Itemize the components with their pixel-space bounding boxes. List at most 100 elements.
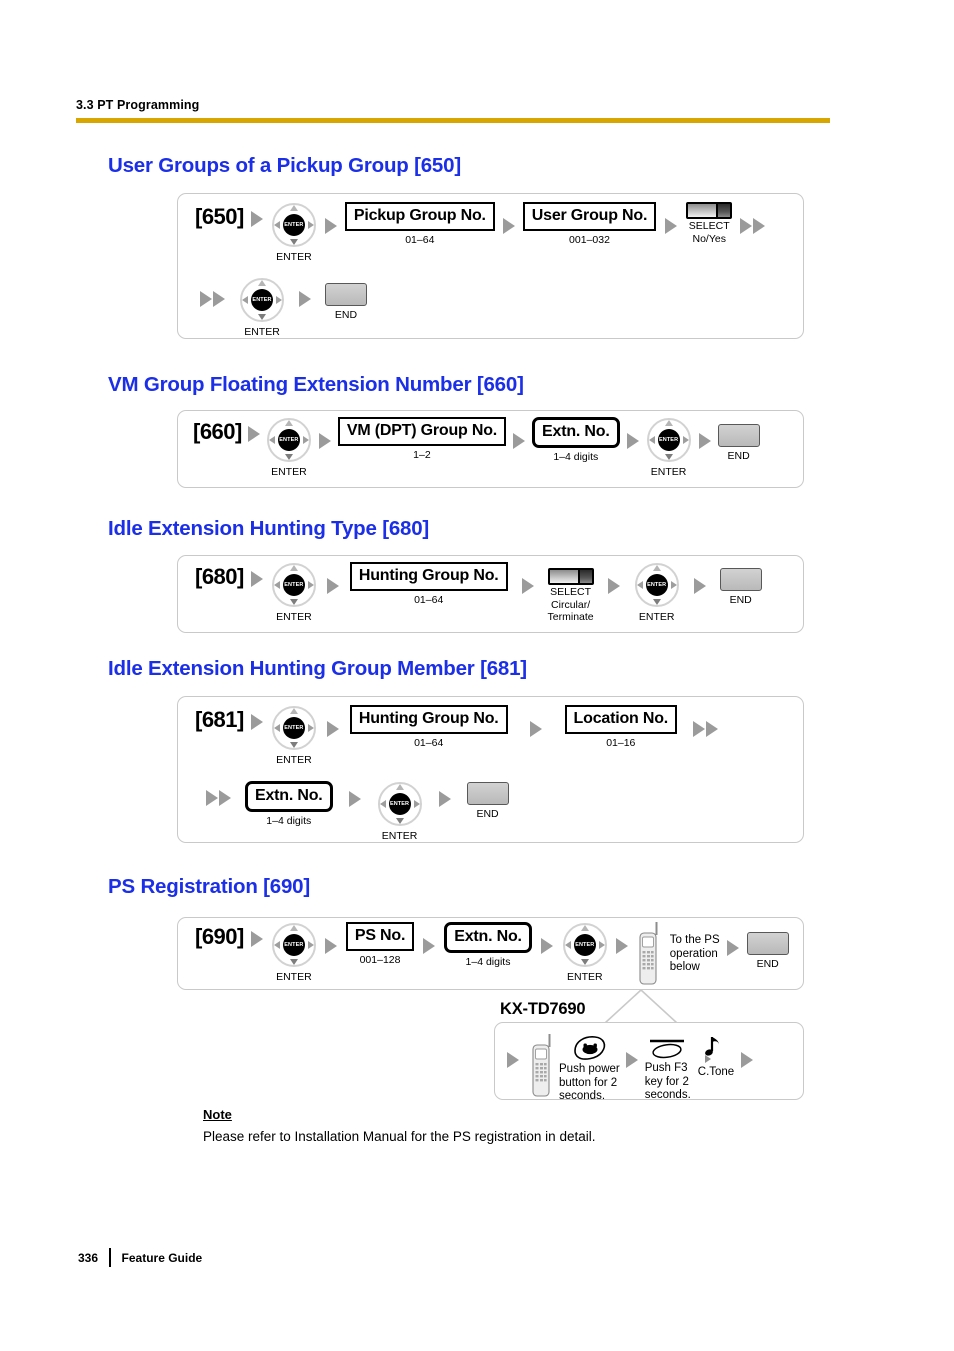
enter-navigator-icon[interactable]: ENTER bbox=[562, 922, 608, 968]
enter-navigator-icon[interactable]: ENTER bbox=[646, 417, 692, 463]
callout-box-kx-td7690: Push power button for 2 seconds. Push F3… bbox=[494, 1022, 804, 1103]
flow-diagram-660: [660] ENTER ENTER VM (DPT) Group No. 1–2… bbox=[177, 410, 804, 488]
arrow-icon bbox=[326, 578, 339, 594]
arrow-icon bbox=[250, 571, 263, 587]
enter-key-660-2[interactable]: ENTER ENTER bbox=[646, 417, 692, 478]
document-name: Feature Guide bbox=[121, 1250, 203, 1265]
end-key-label: END bbox=[476, 808, 499, 820]
ps-handset-icon bbox=[636, 922, 662, 986]
enter-key-680-2[interactable]: ENTER ENTER bbox=[634, 562, 680, 623]
enter-navigator-icon[interactable]: ENTER bbox=[239, 277, 285, 323]
arrow-icon bbox=[250, 931, 263, 947]
param-box-label: User Group No. bbox=[522, 202, 657, 231]
code-label-690: [690] bbox=[195, 924, 244, 949]
enter-navigator-icon[interactable]: ENTER bbox=[271, 705, 317, 751]
enter-key-label: ENTER bbox=[244, 326, 280, 338]
param-box-label: Extn. No. bbox=[532, 417, 620, 448]
arrow-icon bbox=[324, 218, 337, 234]
enter-key-label: ENTER bbox=[276, 251, 312, 263]
param-ps-no: PS No. 001–128 bbox=[345, 922, 415, 966]
running-head: 3.3 PT Programming bbox=[76, 98, 200, 112]
end-key-650[interactable]: END bbox=[325, 283, 367, 321]
enter-key-650-1[interactable]: ENTER ENTER bbox=[271, 202, 317, 263]
page-number: 336 bbox=[78, 1250, 99, 1265]
step-caption: Push power button for 2 seconds. bbox=[559, 1063, 620, 1102]
arrow-icon bbox=[507, 1052, 519, 1068]
code-label-680: [680] bbox=[195, 564, 244, 589]
select-values: Circular/ Terminate bbox=[547, 599, 594, 623]
end-key-690[interactable]: END bbox=[746, 932, 789, 970]
enter-navigator-icon[interactable]: ENTER bbox=[634, 562, 680, 608]
param-box-label: Hunting Group No. bbox=[349, 705, 508, 734]
flow-diagram-690: [690] ENTER ENTER PS No. 001–128 Extn. N… bbox=[177, 917, 804, 990]
enter-key-660-1[interactable]: ENTER ENTER bbox=[266, 417, 312, 478]
select-button-icon[interactable] bbox=[547, 568, 594, 585]
arrow-pair-icon bbox=[206, 790, 231, 806]
end-key-680[interactable]: END bbox=[719, 568, 762, 606]
step-push-f3-key: Push F3 key for 2 seconds. bbox=[645, 1035, 691, 1103]
end-button-icon[interactable] bbox=[717, 424, 760, 447]
enter-navigator-icon[interactable]: ENTER bbox=[377, 781, 423, 827]
param-range: 1–4 digits bbox=[465, 956, 511, 968]
enter-center-label: ENTER bbox=[657, 429, 680, 451]
enter-center-label: ENTER bbox=[282, 717, 305, 739]
footer-divider bbox=[109, 1248, 111, 1267]
end-key-660[interactable]: END bbox=[717, 424, 760, 462]
arrow-icon bbox=[693, 578, 706, 594]
enter-key-680-1[interactable]: ENTER ENTER bbox=[271, 562, 317, 623]
enter-center-label: ENTER bbox=[573, 934, 596, 956]
section-heading-681: Idle Extension Hunting Group Member [681… bbox=[108, 657, 527, 680]
enter-center-label: ENTER bbox=[645, 574, 668, 596]
arrow-icon bbox=[250, 714, 263, 730]
note-block: Note Please refer to Installation Manual… bbox=[203, 1107, 595, 1145]
code-label-681: [681] bbox=[195, 707, 244, 732]
end-button-icon[interactable] bbox=[719, 568, 762, 591]
param-vm-dpt-group-no: VM (DPT) Group No. 1–2 bbox=[337, 417, 507, 461]
end-key-681[interactable]: END bbox=[466, 782, 509, 820]
arrow-icon bbox=[326, 721, 339, 737]
step-caption: Push F3 key for 2 seconds. bbox=[644, 1062, 691, 1101]
enter-center-label: ENTER bbox=[282, 214, 305, 236]
param-extn-no: Extn. No. 1–4 digits bbox=[245, 781, 333, 827]
arrow-pair-icon bbox=[740, 218, 766, 234]
enter-key-label: ENTER bbox=[276, 971, 312, 983]
param-box-label: Extn. No. bbox=[444, 922, 532, 953]
param-pickup-group-no: Pickup Group No. 01–64 bbox=[344, 202, 495, 246]
enter-key-label: ENTER bbox=[638, 611, 675, 623]
arrow-icon bbox=[529, 721, 542, 737]
arrow-icon bbox=[665, 218, 678, 234]
page-header: 3.3 PT Programming bbox=[76, 98, 830, 123]
arrow-icon bbox=[540, 938, 553, 954]
end-button-icon[interactable] bbox=[746, 932, 789, 955]
code-label-650: [650] bbox=[195, 204, 244, 229]
enter-key-681-2[interactable]: ENTER ENTER bbox=[377, 781, 423, 842]
header-rule bbox=[76, 118, 830, 123]
end-button-icon[interactable] bbox=[466, 782, 509, 805]
enter-navigator-icon[interactable]: ENTER bbox=[266, 417, 312, 463]
select-key-650[interactable]: SELECT No/Yes bbox=[686, 202, 733, 245]
enter-key-690-1[interactable]: ENTER ENTER bbox=[271, 922, 317, 983]
enter-key-650-2[interactable]: ENTER ENTER bbox=[239, 277, 285, 338]
note-body: Please refer to Installation Manual for … bbox=[203, 1129, 596, 1144]
enter-key-690-2[interactable]: ENTER ENTER bbox=[562, 922, 608, 983]
arrow-icon bbox=[607, 578, 620, 594]
param-range: 1–4 digits bbox=[553, 451, 599, 463]
enter-navigator-icon[interactable]: ENTER bbox=[271, 202, 317, 248]
end-button-icon[interactable] bbox=[325, 283, 367, 306]
arrow-pair-icon bbox=[200, 291, 225, 307]
select-button-icon[interactable] bbox=[686, 202, 733, 219]
ps-handset-icon bbox=[529, 1034, 555, 1098]
code-label-660: [660] bbox=[193, 419, 242, 444]
arrow-icon bbox=[625, 1052, 638, 1068]
arrow-icon bbox=[741, 1052, 754, 1068]
enter-navigator-icon[interactable]: ENTER bbox=[271, 562, 317, 608]
section-heading-660: VM Group Floating Extension Number [660] bbox=[108, 373, 524, 396]
arrow-icon bbox=[521, 578, 534, 594]
end-key-label: END bbox=[756, 958, 779, 970]
select-key-680[interactable]: SELECT Circular/ Terminate bbox=[548, 568, 594, 623]
enter-center-label: ENTER bbox=[282, 934, 305, 956]
arrow-icon bbox=[698, 433, 711, 449]
enter-navigator-icon[interactable]: ENTER bbox=[271, 922, 317, 968]
enter-key-label: ENTER bbox=[650, 466, 687, 478]
enter-key-681-1[interactable]: ENTER ENTER bbox=[271, 705, 317, 766]
